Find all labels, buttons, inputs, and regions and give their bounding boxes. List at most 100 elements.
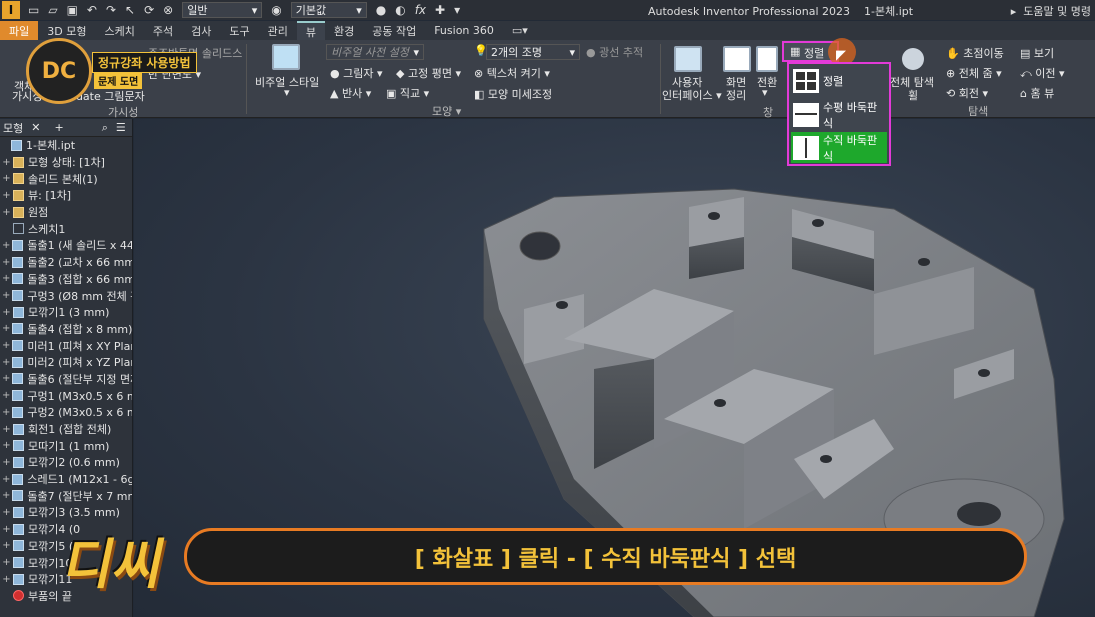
- expand-icon[interactable]: +: [2, 257, 10, 268]
- visual-style-icon[interactable]: [272, 44, 300, 70]
- clean-screen-icon[interactable]: [723, 46, 751, 72]
- expand-icon[interactable]: +: [2, 507, 11, 518]
- open-file-icon[interactable]: ▱: [48, 3, 57, 17]
- video-toggle-icon[interactable]: ▭▾: [503, 21, 537, 40]
- expand-icon[interactable]: +: [2, 390, 10, 401]
- expand-icon[interactable]: +: [2, 540, 11, 551]
- look-at-button[interactable]: ▤ 보기: [1020, 45, 1054, 61]
- tab-manage[interactable]: 관리: [259, 21, 297, 40]
- shadows-button[interactable]: ● 그림자 ▾: [330, 65, 383, 81]
- tab-model[interactable]: 모형: [3, 120, 23, 136]
- browser-node[interactable]: 스케치1: [0, 220, 132, 237]
- expand-icon[interactable]: +: [2, 557, 11, 568]
- browser-node[interactable]: + 미러2 (피쳐 x YZ Plane: [0, 354, 132, 371]
- browser-node[interactable]: + 미러1 (피쳐 x XY Plane: [0, 337, 132, 354]
- display-combo[interactable]: 일반 ▾: [182, 2, 263, 18]
- full-nav-wheel-label[interactable]: 휠: [908, 87, 918, 103]
- expand-icon[interactable]: +: [2, 240, 10, 251]
- expand-icon[interactable]: +: [2, 574, 11, 585]
- previous-view-button[interactable]: ⤺ 이전 ▾: [1020, 65, 1065, 81]
- new-file-icon[interactable]: ▭: [28, 3, 39, 17]
- orbit-button[interactable]: ⟲ 회전 ▾: [946, 85, 988, 101]
- expand-icon[interactable]: +: [2, 407, 10, 418]
- expand-icon[interactable]: +: [2, 340, 10, 351]
- browser-node[interactable]: + 돌출3 (접합 x 66 mm): [0, 271, 132, 288]
- save-icon[interactable]: ▣: [67, 3, 78, 17]
- browser-node[interactable]: + 모깎기2 (0.6 mm): [0, 454, 132, 471]
- browser-node[interactable]: + 모따기1 (1 mm): [0, 437, 132, 454]
- orthographic-button[interactable]: ▣ 직교 ▾: [386, 85, 429, 101]
- close-icon[interactable]: ✕: [31, 121, 40, 134]
- expand-icon[interactable]: +: [2, 173, 11, 184]
- browser-node[interactable]: + 돌출4 (접합 x 8 mm): [0, 321, 132, 338]
- tab-tools[interactable]: 도구: [220, 21, 258, 40]
- browser-node[interactable]: + 모형 상태: [1차]: [0, 154, 132, 171]
- pan-button[interactable]: ✋ 초점이동: [946, 45, 1004, 61]
- expand-icon[interactable]: +: [2, 323, 10, 334]
- user-interface-label-2[interactable]: 인터페이스 ▾: [662, 87, 722, 103]
- customize-icon[interactable]: ▾: [454, 3, 460, 17]
- clear-appearance-icon[interactable]: ◐: [395, 3, 405, 17]
- tile-vertical-option[interactable]: 수직 바둑판식: [791, 132, 887, 163]
- search-icon[interactable]: ⌕: [102, 121, 108, 135]
- expand-icon[interactable]: +: [2, 424, 11, 435]
- browser-node[interactable]: + 돌출2 (교차 x 66 mm): [0, 254, 132, 271]
- visual-preset-combo[interactable]: 비주얼 사전 설정 ▾: [326, 44, 424, 60]
- fine-tune-button[interactable]: ◧ 모양 미세조정: [474, 86, 552, 102]
- expand-icon[interactable]: +: [2, 307, 11, 318]
- clean-screen-label-2[interactable]: 정리: [726, 87, 746, 103]
- color-wheel-icon[interactable]: ◉: [271, 3, 281, 17]
- close-doc-icon[interactable]: ⊗: [163, 3, 173, 17]
- undo-icon[interactable]: ↶: [87, 3, 97, 17]
- expand-icon[interactable]: +: [2, 207, 11, 218]
- tab-file[interactable]: 파일: [0, 21, 39, 40]
- menu-icon[interactable]: ☰: [116, 121, 126, 134]
- tab-sketch[interactable]: 스케치: [95, 21, 143, 40]
- add-icon[interactable]: ✚: [435, 3, 445, 17]
- expand-icon[interactable]: +: [2, 157, 11, 168]
- browser-node[interactable]: + 모깎기1 (3 mm): [0, 304, 132, 321]
- add-icon[interactable]: +: [54, 121, 63, 134]
- tab-view[interactable]: 뷰: [296, 21, 325, 40]
- expand-icon[interactable]: +: [2, 357, 10, 368]
- ray-tracing-button[interactable]: ● 광선 추적: [586, 44, 643, 60]
- user-interface-icon[interactable]: [674, 46, 702, 72]
- expand-icon[interactable]: +: [2, 290, 10, 301]
- reflection-button[interactable]: ▲ 반사 ▾: [330, 85, 371, 101]
- textures-button[interactable]: ⊗ 텍스처 켜기 ▾: [474, 65, 550, 81]
- browser-node[interactable]: + 스레드1 (M12x1 - 6g): [0, 471, 132, 488]
- browser-node[interactable]: + 원점: [0, 204, 132, 221]
- browser-node[interactable]: + 회전1 (접합 전체): [0, 421, 132, 438]
- material-combo[interactable]: 기본값 ▾: [290, 2, 367, 18]
- chevron-down-icon[interactable]: ▾: [284, 86, 290, 99]
- browser-node[interactable]: + 모깎기3 (3.5 mm): [0, 504, 132, 521]
- select-icon[interactable]: ↖: [125, 3, 135, 17]
- zoom-all-button[interactable]: ⊕ 전체 줌 ▾: [946, 65, 1002, 81]
- browser-node[interactable]: + 구멍3 (Ø8 mm 전체 관: [0, 287, 132, 304]
- browser-node[interactable]: + 솔리드 본체(1): [0, 170, 132, 187]
- tab-annotate[interactable]: 주석: [144, 21, 182, 40]
- tab-fusion-360[interactable]: Fusion 360: [425, 21, 503, 40]
- expand-icon[interactable]: +: [2, 440, 11, 451]
- help-search[interactable]: ▸ 도움말 및 명령: [1011, 3, 1091, 19]
- expand-icon[interactable]: +: [2, 524, 11, 535]
- navigation-wheel-icon[interactable]: [902, 48, 924, 70]
- home-view-button[interactable]: ⌂ 홈 뷰: [1020, 85, 1054, 101]
- appearance-icon[interactable]: ●: [376, 3, 386, 17]
- browser-node[interactable]: + 구멍1 (M3x0.5 x 6 m: [0, 387, 132, 404]
- expand-icon[interactable]: +: [2, 474, 10, 485]
- update-icon[interactable]: ⟳: [144, 3, 154, 17]
- expand-icon[interactable]: +: [2, 457, 11, 468]
- arrange-option[interactable]: 정렬: [791, 65, 887, 96]
- chevron-down-icon[interactable]: ▾: [762, 86, 768, 99]
- browser-node[interactable]: 1-본체.ipt: [0, 137, 132, 154]
- tab-collaborate[interactable]: 공동 작업: [363, 21, 425, 40]
- expand-icon[interactable]: +: [2, 373, 10, 384]
- expand-icon[interactable]: +: [2, 190, 11, 201]
- tab-environments[interactable]: 환경: [325, 21, 363, 40]
- tab-3d-model[interactable]: 3D 모형: [38, 21, 95, 40]
- browser-node[interactable]: + 뷰: [1차]: [0, 187, 132, 204]
- browser-node[interactable]: + 돌출1 (새 솔리드 x 44 r: [0, 237, 132, 254]
- ground-plane-button[interactable]: ◆ 고정 평면 ▾: [396, 65, 461, 81]
- inventor-app-icon[interactable]: I: [2, 1, 20, 19]
